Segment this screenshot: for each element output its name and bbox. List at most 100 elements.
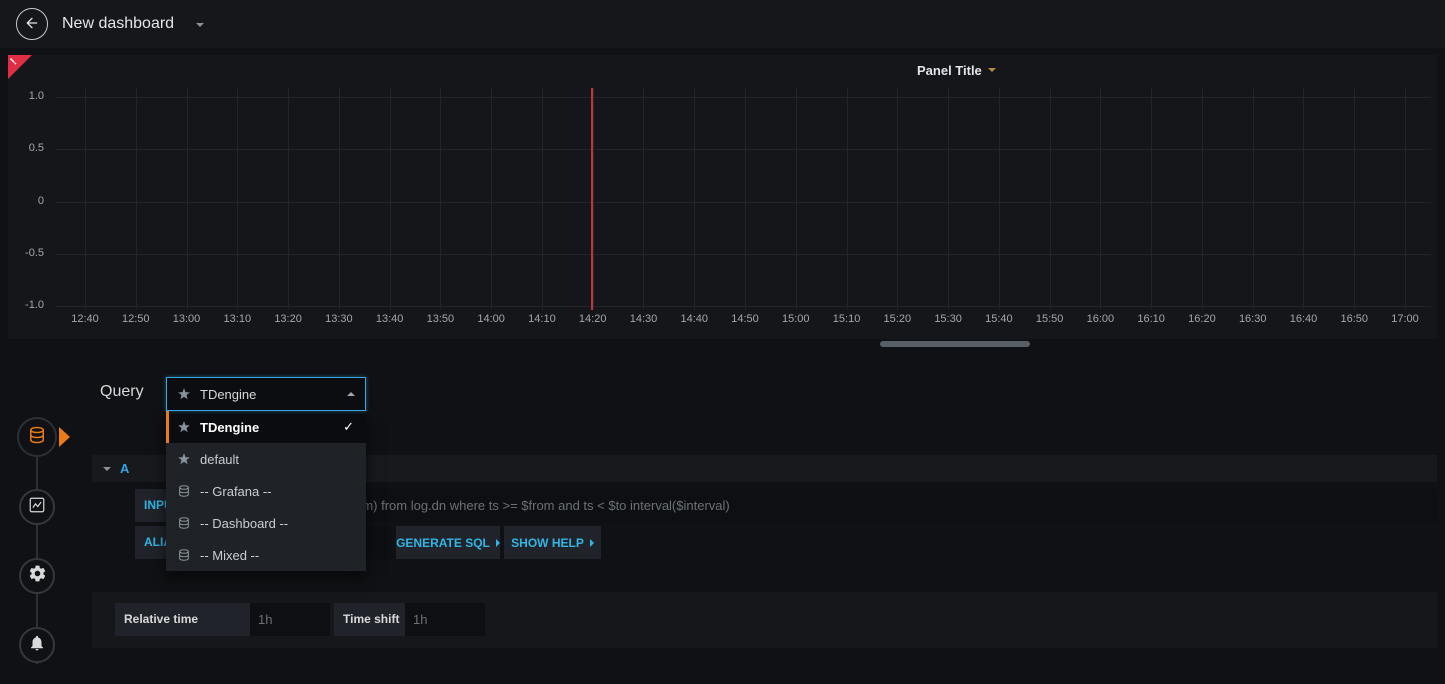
chevron-right-icon xyxy=(496,539,500,547)
chevron-down-icon[interactable] xyxy=(196,23,204,27)
grid-line-horizontal xyxy=(56,149,1431,150)
datasource-select[interactable]: TDengine xyxy=(166,377,366,411)
query-ref-id: A xyxy=(120,461,129,476)
tab-general[interactable] xyxy=(19,558,55,594)
x-axis-tick-label: 14:20 xyxy=(571,313,615,325)
x-axis-tick-label: 15:10 xyxy=(825,313,869,325)
x-axis-tick-label: 13:50 xyxy=(418,313,462,325)
y-axis-tick-label: 0.5 xyxy=(14,142,44,154)
x-axis-tick-label: 14:40 xyxy=(672,313,716,325)
grid-line-vertical xyxy=(643,88,644,310)
query-section-label: Query xyxy=(100,383,144,401)
database-icon xyxy=(177,484,191,498)
relative-time-label: Relative time xyxy=(115,603,250,636)
input-sql-input[interactable] xyxy=(225,489,1437,522)
chevron-up-icon xyxy=(347,392,355,396)
y-axis-tick-label: -1.0 xyxy=(14,299,44,311)
grid-line-horizontal xyxy=(56,306,1431,307)
generate-sql-label: GENERATE SQL xyxy=(396,536,490,550)
x-axis-tick-label: 15:00 xyxy=(774,313,818,325)
grid-line-vertical xyxy=(491,88,492,310)
grid-line-horizontal xyxy=(56,254,1431,255)
back-button[interactable] xyxy=(16,8,48,40)
x-axis-tick-label: 16:00 xyxy=(1078,313,1122,325)
grid-line-vertical xyxy=(85,88,86,310)
tab-queries[interactable] xyxy=(17,417,57,457)
x-axis-tick-label: 15:40 xyxy=(977,313,1021,325)
datasource-option[interactable]: -- Dashboard -- xyxy=(166,507,366,539)
time-shift-input[interactable] xyxy=(405,603,485,636)
horizontal-scrollbar[interactable] xyxy=(880,341,1030,347)
gear-icon xyxy=(28,564,47,588)
grid-line-horizontal xyxy=(56,202,1431,203)
y-axis-tick-label: 0 xyxy=(14,195,44,207)
y-axis-tick-label: 1.0 xyxy=(14,90,44,102)
grid-line-vertical xyxy=(1050,88,1051,310)
datasource-option-label: default xyxy=(200,452,239,467)
database-icon xyxy=(177,516,191,530)
database-icon xyxy=(177,548,191,562)
datasource-dropdown-menu: TDengine✓ default -- Grafana -- -- Dashboar… xyxy=(166,411,366,571)
datasource-option-label: -- Dashboard -- xyxy=(200,516,288,531)
tab-visualization[interactable] xyxy=(19,489,55,525)
plugin-star-icon xyxy=(177,387,191,401)
datasource-option[interactable]: -- Mixed -- xyxy=(166,539,366,571)
x-axis-tick-label: 15:30 xyxy=(926,313,970,325)
datasource-option[interactable]: -- Grafana -- xyxy=(166,475,366,507)
x-axis-tick-label: 14:50 xyxy=(723,313,767,325)
chart-icon xyxy=(28,496,46,519)
grid-line-vertical xyxy=(1405,88,1406,310)
grid-line-vertical xyxy=(237,88,238,310)
top-navigation-bar: New dashboard xyxy=(0,0,1445,48)
datasource-option-label: -- Grafana -- xyxy=(200,484,272,499)
tab-alert[interactable] xyxy=(19,627,55,663)
dashboard-title[interactable]: New dashboard xyxy=(62,0,174,48)
x-axis-tick-label: 12:50 xyxy=(114,313,158,325)
grid-line-vertical xyxy=(897,88,898,310)
chart-area: 12:40 12:50 13:00 13:10 13:20 13:30 13:40 13:50… xyxy=(8,55,1437,339)
grid-line-vertical xyxy=(847,88,848,310)
x-axis-tick-label: 17:00 xyxy=(1383,313,1427,325)
grid-line-vertical xyxy=(948,88,949,310)
plugin-star-icon xyxy=(177,452,191,466)
grid-line-vertical xyxy=(796,88,797,310)
grid-line-vertical xyxy=(136,88,137,310)
datasource-option[interactable]: default xyxy=(166,443,366,475)
grid-line-vertical xyxy=(1202,88,1203,310)
grid-line-vertical xyxy=(1303,88,1304,310)
chevron-down-icon xyxy=(103,467,111,471)
arrow-left-icon xyxy=(24,15,40,34)
generate-sql-button[interactable]: GENERATE SQL xyxy=(396,526,500,559)
show-help-label: SHOW HELP xyxy=(511,536,584,550)
x-axis-tick-label: 15:50 xyxy=(1028,313,1072,325)
x-axis-tick-label: 13:00 xyxy=(165,313,209,325)
x-axis-tick-label: 16:40 xyxy=(1281,313,1325,325)
x-axis-tick-label: 16:20 xyxy=(1180,313,1224,325)
x-axis-tick-label: 16:10 xyxy=(1129,313,1173,325)
relative-time-input[interactable] xyxy=(250,603,330,636)
x-axis-tick-label: 15:20 xyxy=(875,313,919,325)
x-axis-tick-label: 13:30 xyxy=(317,313,361,325)
x-axis-tick-label: 13:40 xyxy=(368,313,412,325)
grid-line-vertical xyxy=(999,88,1000,310)
datasource-option-label: -- Mixed -- xyxy=(200,548,259,563)
x-axis-tick-label: 13:10 xyxy=(215,313,259,325)
grid-line-horizontal xyxy=(56,97,1431,98)
grid-line-vertical xyxy=(339,88,340,310)
grid-line-vertical xyxy=(390,88,391,310)
show-help-button[interactable]: SHOW HELP xyxy=(504,526,601,559)
grid-line-vertical xyxy=(1253,88,1254,310)
active-tab-arrow xyxy=(59,427,70,447)
grid-line-vertical xyxy=(288,88,289,310)
x-axis-tick-label: 13:20 xyxy=(266,313,310,325)
datasource-option[interactable]: TDengine✓ xyxy=(166,411,366,443)
grid-line-vertical xyxy=(1151,88,1152,310)
annotation-line xyxy=(591,88,593,310)
grid-line-vertical xyxy=(1100,88,1101,310)
time-shift-label: Time shift xyxy=(334,603,405,636)
bell-icon xyxy=(28,634,46,657)
x-axis-tick-label: 14:30 xyxy=(621,313,665,325)
x-axis-tick-label: 16:30 xyxy=(1231,313,1275,325)
x-axis-tick-label: 17:10 xyxy=(1434,313,1437,325)
x-axis-tick-label: 12:40 xyxy=(63,313,107,325)
